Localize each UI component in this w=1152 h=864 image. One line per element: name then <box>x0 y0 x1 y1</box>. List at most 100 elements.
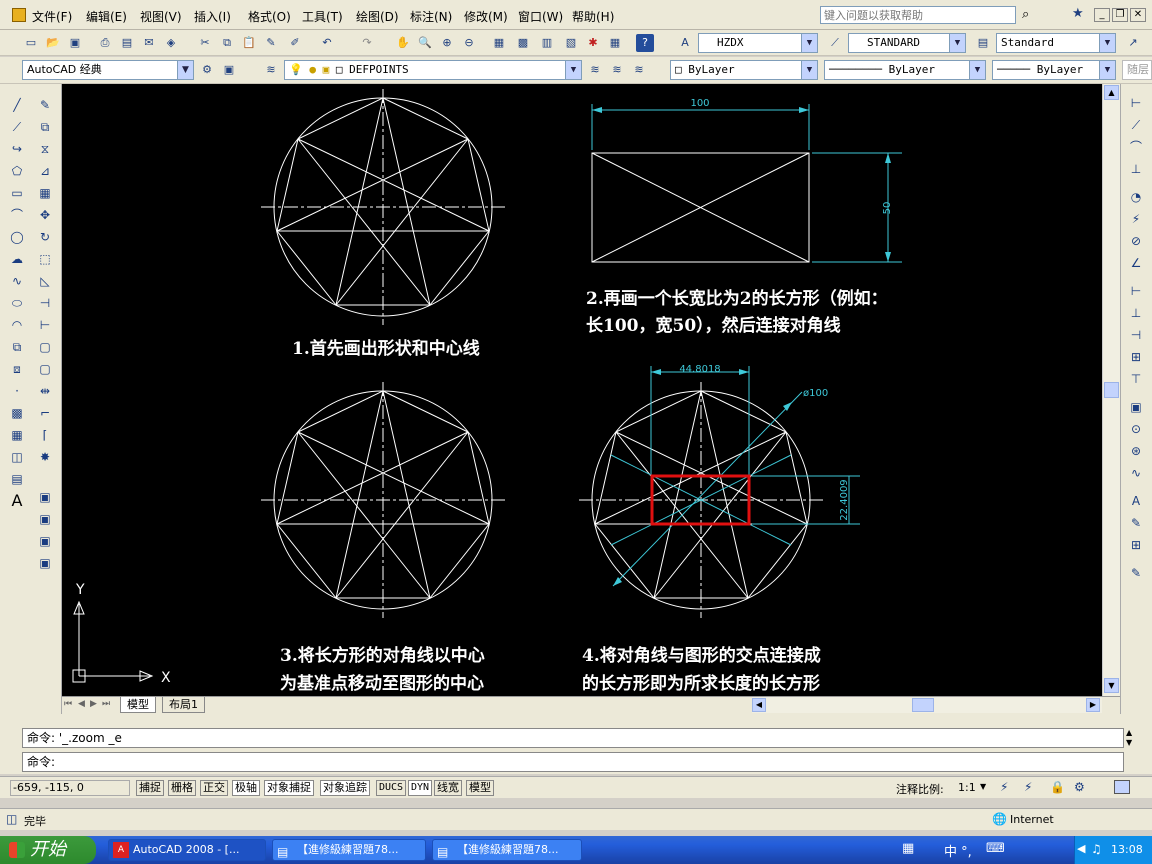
ime-softkeyboard-icon[interactable]: ⌨ <box>986 841 1005 856</box>
design-center-icon[interactable]: ▩ <box>514 34 532 52</box>
scroll-right-button[interactable]: ▶ <box>1086 698 1100 712</box>
tab-layout1[interactable]: 布局1 <box>162 697 205 713</box>
aligned-dim-icon[interactable]: ⟋ <box>1127 116 1145 134</box>
spline-icon[interactable]: ∿ <box>8 272 26 290</box>
ellipse-icon[interactable]: ⬭ <box>8 294 26 312</box>
paste-icon[interactable]: 📋 <box>240 34 258 52</box>
match-properties-icon[interactable]: ✎ <box>262 34 280 52</box>
task-autocad[interactable]: A AutoCAD 2008 - [... <box>108 839 266 861</box>
erase-icon[interactable]: ✎ <box>36 96 54 114</box>
make-current-layer-icon[interactable]: ≋ <box>586 61 604 79</box>
rectangle-icon[interactable]: ▭ <box>8 184 26 202</box>
make-block-icon[interactable]: ⧈ <box>8 360 26 378</box>
rotate-icon[interactable]: ↻ <box>36 228 54 246</box>
scroll-down-button[interactable]: ▼ <box>1104 678 1119 693</box>
extend-icon[interactable]: ⊢ <box>36 316 54 334</box>
offset-icon[interactable]: ⊿ <box>36 162 54 180</box>
center-mark-icon[interactable]: ⊙ <box>1127 420 1145 438</box>
zoom-previous-icon[interactable]: ⊖ <box>460 34 478 52</box>
search-icon[interactable]: ⌕ <box>1022 7 1029 22</box>
ellipse-arc-icon[interactable]: ◠ <box>8 316 26 334</box>
preview-icon[interactable]: ▤ <box>118 34 136 52</box>
help-search-input[interactable] <box>820 6 1016 24</box>
redo-icon[interactable]: ↷ <box>358 34 376 52</box>
grid-toggle[interactable]: 栅格 <box>168 780 196 796</box>
zoom-realtime-icon[interactable]: 🔍 <box>416 34 434 52</box>
chevron-down-icon[interactable]: ▼ <box>980 782 986 791</box>
chevron-down-icon[interactable]: ▼ <box>969 61 985 79</box>
menu-edit[interactable]: 编辑(E) <box>86 8 127 25</box>
task-exercise-1[interactable]: ▤ 【進修級練習題78... <box>272 839 426 861</box>
dim-style-icon[interactable]: ⟋ <box>826 34 844 52</box>
angular-dim-icon[interactable]: ∠ <box>1127 254 1145 272</box>
drawing-canvas[interactable]: 100 50 44.8018 22.4009 ø100 1.首先画出形状和中心线… <box>62 84 1102 696</box>
baseline-dim-icon[interactable]: ⊥ <box>1127 304 1145 322</box>
vertical-scrollbar[interactable]: ▲ ▼ <box>1102 84 1120 696</box>
clean-screen-icon[interactable] <box>1114 780 1130 794</box>
construction-line-icon[interactable]: ⟋ <box>8 118 26 136</box>
lineweight-select[interactable]: ───── ByLayer ▼ <box>992 60 1116 80</box>
point-icon[interactable]: · <box>8 382 26 400</box>
ordinate-dim-icon[interactable]: ⊥ <box>1127 160 1145 178</box>
move-icon[interactable]: ✥ <box>36 206 54 224</box>
region-icon[interactable]: ◫ <box>8 448 26 466</box>
chevron-down-icon[interactable]: ▼ <box>1099 34 1115 52</box>
start-button[interactable]: 开始 <box>0 836 96 864</box>
tool-palettes-icon[interactable]: ▥ <box>538 34 556 52</box>
arc-icon[interactable]: ⌒ <box>8 206 26 224</box>
chevron-down-icon[interactable]: ▼ <box>565 61 581 79</box>
linear-dim-icon[interactable]: ⊢ <box>1127 94 1145 112</box>
menu-insert[interactable]: 插入(I) <box>194 8 231 25</box>
fillet-icon[interactable]: ⌈ <box>36 426 54 444</box>
arc-length-icon[interactable]: ⌒ <box>1127 138 1145 156</box>
menu-tools[interactable]: 工具(T) <box>302 8 343 25</box>
multiline-text-icon[interactable]: A <box>8 492 26 510</box>
model-toggle[interactable]: 模型 <box>466 780 494 796</box>
workspace-save-icon[interactable]: ▣ <box>220 61 238 79</box>
properties-icon[interactable]: ▦ <box>490 34 508 52</box>
multileader-icon[interactable]: ↗ <box>1124 34 1142 52</box>
lightbulb-icon[interactable]: 💡 <box>289 63 303 76</box>
dyn-toggle[interactable]: DYN <box>408 780 433 796</box>
jogged-linear-icon[interactable]: ∿ <box>1127 464 1145 482</box>
continue-dim-icon[interactable]: ⊣ <box>1127 326 1145 344</box>
inspection-icon[interactable]: ⊛ <box>1127 442 1145 460</box>
polar-toggle[interactable]: 极轴 <box>232 780 260 796</box>
tolerance-icon[interactable]: ▣ <box>1127 398 1145 416</box>
ducs-toggle[interactable]: DUCS <box>376 780 407 796</box>
dim-update-icon[interactable]: ⊞ <box>1127 536 1145 554</box>
cut-icon[interactable]: ✂ <box>196 34 214 52</box>
menu-modify[interactable]: 修改(M) <box>464 8 508 25</box>
snap-toggle[interactable]: 捕捉 <box>136 780 164 796</box>
chevron-down-icon[interactable]: ▼ <box>177 61 193 79</box>
gradient-icon[interactable]: ▦ <box>8 426 26 444</box>
circle-icon[interactable]: ◯ <box>8 228 26 246</box>
layer-select[interactable]: 💡 ● ▣ □ DEFPOINTS ▼ <box>284 60 582 80</box>
insert-block-icon[interactable]: ⧉ <box>8 338 26 356</box>
scroll-up-button[interactable]: ▲ <box>1104 85 1119 100</box>
clock[interactable]: 13:08 <box>1111 843 1143 856</box>
volume-icon[interactable]: ♫ <box>1091 842 1102 856</box>
pan-icon[interactable]: ✋ <box>394 34 412 52</box>
tab-nav-last-icon[interactable]: ⏭ <box>102 699 110 709</box>
chamfer-icon[interactable]: ⌐ <box>36 404 54 422</box>
lineweight-toggle[interactable]: 线宽 <box>434 780 462 796</box>
save-icon[interactable]: ▣ <box>66 34 84 52</box>
dim-style-select[interactable]: STANDARD ▼ <box>848 33 966 53</box>
dim-style-manager-icon[interactable]: ✎ <box>1127 564 1145 582</box>
copy-icon[interactable]: ⧉ <box>218 34 236 52</box>
bring-front-icon[interactable]: ▣ <box>36 510 54 528</box>
linetype-select[interactable]: ──────── ByLayer ▼ <box>824 60 986 80</box>
print-icon[interactable]: ⎙ <box>96 34 114 52</box>
workspace-select[interactable]: AutoCAD 经典 ▼ <box>22 60 194 80</box>
help-icon[interactable]: ? <box>636 34 654 52</box>
sun-icon[interactable]: ● <box>309 63 316 76</box>
menu-view[interactable]: 视图(V) <box>140 8 182 25</box>
scroll-h-thumb[interactable] <box>912 698 934 712</box>
tab-nav-first-icon[interactable]: ⏮ <box>64 699 72 709</box>
dim-space-icon[interactable]: ⊞ <box>1127 348 1145 366</box>
color-select[interactable]: □ ByLayer ▼ <box>670 60 818 80</box>
explode-icon[interactable]: ✸ <box>36 448 54 466</box>
tray-expand-icon[interactable]: ◀ <box>1077 842 1085 855</box>
mirror-icon[interactable]: ⧖ <box>36 140 54 158</box>
